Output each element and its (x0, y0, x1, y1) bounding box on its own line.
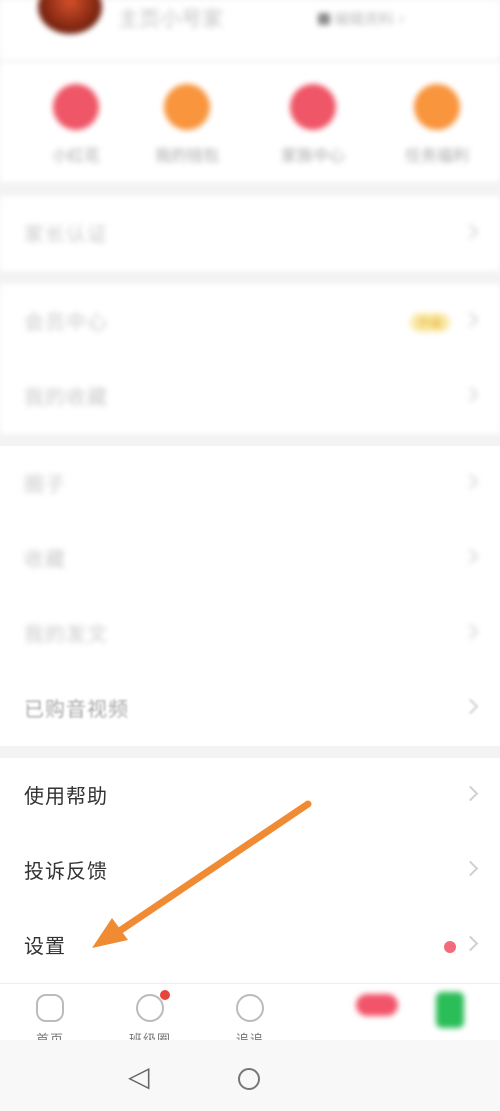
chevron-right-icon (462, 548, 479, 565)
menu-group-2: 会员中心 升级 我的收藏 (0, 284, 500, 434)
profile-header: 主页小号家 编辑资料 › (0, 0, 500, 60)
home-circle-icon[interactable] (238, 1068, 260, 1090)
bottom-tab-bar: 首页 班级圈 追追 (0, 983, 500, 1048)
notification-dot (160, 990, 170, 1000)
profile-name: 主页小号家 (118, 7, 223, 31)
quick-action-label: 小红花 (51, 146, 100, 165)
menu-item-label: 我的收藏 (24, 385, 108, 409)
menu-item-label: 家长认证 (24, 222, 108, 246)
upgrade-badge: 升级 (409, 313, 450, 332)
menu-item-feedback[interactable]: 投诉反馈 (0, 833, 500, 908)
chevron-right-icon (462, 473, 479, 490)
edit-icon (318, 13, 330, 25)
menu-group-3: 圈子 收藏 我的发文 已购音视频 (0, 446, 500, 746)
chevron-right-icon (462, 386, 479, 403)
chevron-right-icon (462, 935, 479, 952)
menu-item-circle[interactable]: 圈子 (0, 446, 500, 521)
chevron-right-icon (462, 311, 479, 328)
avatar[interactable] (38, 0, 102, 34)
menu-group-1: 家长认证 (0, 196, 500, 271)
tab-icon-green[interactable] (436, 992, 464, 1028)
quick-action-family[interactable]: 家族中心 (265, 84, 361, 166)
menu-item-label: 圈子 (24, 472, 66, 496)
menu-item-my-favorites[interactable]: 我的收藏 (0, 359, 500, 434)
system-nav-bar: ◁ (0, 1040, 500, 1111)
chevron-right-icon (462, 623, 479, 640)
new-dot (444, 941, 456, 953)
quick-actions-row: 小红花 我的钱包 家族中心 任务福利 (0, 62, 500, 182)
menu-group-4: 使用帮助 投诉反馈 设置 (0, 758, 500, 983)
quick-action-tasks[interactable]: 任务福利 (389, 84, 485, 166)
chevron-right-icon (462, 223, 479, 240)
menu-item-label: 投诉反馈 (24, 859, 108, 883)
wallet-icon (164, 84, 210, 130)
flower-icon (53, 84, 99, 130)
menu-item-parent-auth[interactable]: 家长认证 (0, 196, 500, 271)
palette-icon (136, 990, 170, 1022)
quick-action-label: 任务福利 (404, 146, 469, 165)
menu-item-settings[interactable]: 设置 (0, 908, 500, 983)
tasks-icon (414, 84, 460, 130)
menu-item-member-center[interactable]: 会员中心 升级 (0, 284, 500, 359)
tab-badge-red[interactable] (356, 994, 398, 1016)
chevron-right-icon (462, 860, 479, 877)
menu-item-my-posts[interactable]: 我的发文 (0, 596, 500, 671)
quick-action-flower[interactable]: 小红花 (28, 84, 124, 166)
back-icon[interactable]: ◁ (128, 1060, 150, 1093)
edit-profile-link[interactable]: 编辑资料 › (318, 8, 405, 29)
quick-action-label: 我的钱包 (154, 146, 219, 165)
menu-item-label: 设置 (24, 934, 66, 958)
menu-item-label: 收藏 (24, 547, 66, 571)
menu-item-label: 使用帮助 (24, 784, 108, 808)
menu-item-help[interactable]: 使用帮助 (0, 758, 500, 833)
family-icon (290, 84, 336, 130)
chevron-right-icon (462, 698, 479, 715)
play-icon (236, 994, 264, 1022)
menu-item-purchased-media[interactable]: 已购音视频 (0, 671, 500, 746)
menu-item-label: 我的发文 (24, 622, 108, 646)
home-icon (36, 994, 64, 1022)
edit-profile-label: 编辑资料 › (334, 10, 405, 28)
menu-item-label: 已购音视频 (24, 697, 129, 721)
menu-item-label: 会员中心 (24, 310, 108, 334)
quick-action-label: 家族中心 (280, 146, 345, 165)
quick-action-wallet[interactable]: 我的钱包 (139, 84, 235, 166)
menu-item-collection[interactable]: 收藏 (0, 521, 500, 596)
chevron-right-icon (462, 785, 479, 802)
